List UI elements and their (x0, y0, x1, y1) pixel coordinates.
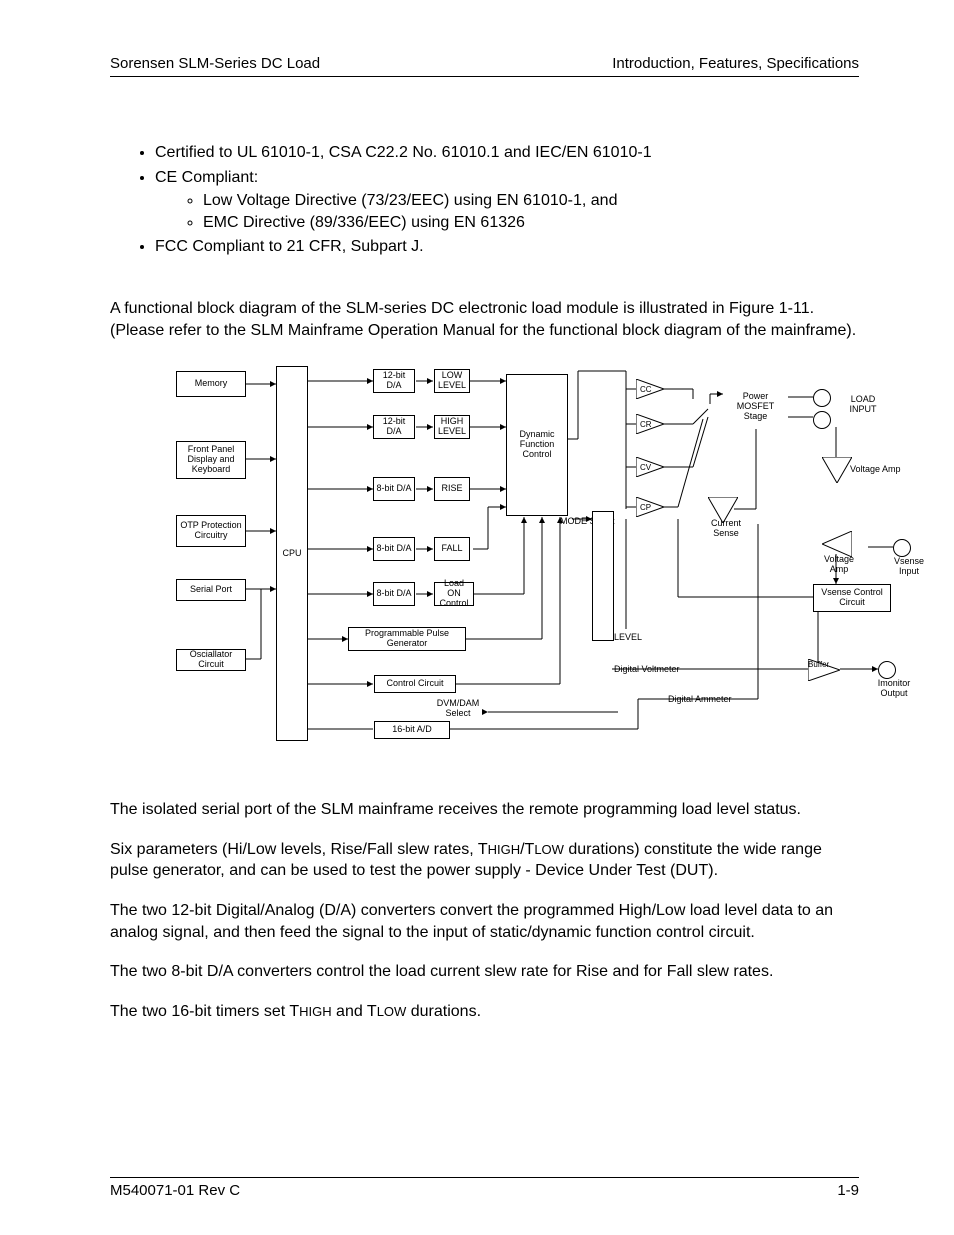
comparator-cv-icon: CV (636, 457, 666, 477)
label-digital-voltmeter: Digital Voltmeter (614, 665, 680, 675)
block-serial: Serial Port (176, 579, 246, 601)
label-digital-ammeter: Digital Ammeter (668, 695, 732, 705)
block-rise: RISE (434, 477, 470, 501)
header-right: Introduction, Features, Specifications (612, 55, 859, 72)
svg-text:CV: CV (640, 463, 652, 472)
label-voltage-amp2: Voltage Amp (818, 555, 860, 575)
label-voltage-amp: Voltage Amp (850, 465, 901, 475)
voltage-amp-icon (822, 457, 852, 483)
block-oscillator: Osciallator Circuit (176, 649, 246, 671)
block-dynamic-function: Dynamic Function Control (506, 374, 568, 516)
list-item: FCC Compliant to 21 CFR, Subpart J. (155, 236, 859, 258)
compliance-list: Certified to UL 61010-1, CSA C22.2 No. 6… (155, 142, 859, 258)
block-16bit-ad: 16-bit A/D (374, 721, 450, 739)
comparator-cc-icon: CC (636, 379, 666, 399)
block-cpu: CPU (276, 366, 308, 741)
block-mode-select (592, 511, 614, 641)
comparator-cr-icon: CR (636, 414, 666, 434)
paragraph: The two 12-bit Digital/Analog (D/A) conv… (110, 900, 859, 943)
block-front-panel: Front Panel Display and Keyboard (176, 441, 246, 479)
label-imonitor: Imonitor Output (870, 679, 918, 699)
page-header: Sorensen SLM-Series DC Load Introduction… (110, 55, 859, 77)
paragraph: The isolated serial port of the SLM main… (110, 799, 859, 821)
block-da12-low: 12-bit D/A (373, 369, 415, 393)
page-footer: M540071-01 Rev C 1-9 (110, 1177, 859, 1199)
block-otp: OTP Protection Circuitry (176, 515, 246, 547)
block-fall: FALL (434, 537, 470, 561)
list-item: Certified to UL 61010-1, CSA C22.2 No. 6… (155, 142, 859, 164)
paragraph: The two 16-bit timers set THIGH and TLOW… (110, 1001, 859, 1023)
block-high-level: HIGH LEVEL (434, 415, 470, 439)
block-control-circuit: Control Circuit (374, 675, 456, 693)
footer-left: M540071-01 Rev C (110, 1182, 240, 1199)
list-item: EMC Directive (89/336/EEC) using EN 6132… (203, 212, 859, 234)
label-level: LEVEL (614, 633, 642, 643)
svg-text:CC: CC (640, 385, 652, 394)
label-load-input: LOAD INPUT (838, 395, 888, 415)
footer-right: 1-9 (837, 1182, 859, 1199)
list-item: CE Compliant: Low Voltage Directive (73/… (155, 167, 859, 234)
block-ppg: Programmable Pulse Generator (348, 627, 466, 651)
block-load-on: Load ON Control (434, 582, 474, 606)
block-da8-rise: 8-bit D/A (373, 477, 415, 501)
block-low-level: LOW LEVEL (434, 369, 470, 393)
block-diagram: Memory Front Panel Display and Keyboard … (148, 359, 918, 759)
block-vsense-control: Vsense Control Circuit (813, 584, 891, 612)
intro-paragraph: A functional block diagram of the SLM-se… (110, 298, 859, 341)
label-dvm-dam-select: DVM/DAM Select (428, 699, 488, 719)
block-memory: Memory (176, 371, 246, 397)
paragraph: Six parameters (Hi/Low levels, Rise/Fall… (110, 839, 859, 882)
comparator-cp-icon: CP (636, 497, 666, 517)
header-left: Sorensen SLM-Series DC Load (110, 55, 320, 72)
block-da8-loadon: 8-bit D/A (373, 582, 415, 606)
paragraph: The two 8-bit D/A converters control the… (110, 961, 859, 983)
svg-text:CR: CR (640, 420, 652, 429)
block-mosfet: Power MOSFET Stage (723, 384, 788, 429)
list-item: Low Voltage Directive (73/23/EEC) using … (203, 190, 859, 212)
block-da12-high: 12-bit D/A (373, 415, 415, 439)
label-buffer: Buffer (808, 661, 829, 670)
list-item-text: CE Compliant: (155, 169, 258, 186)
label-current-sense: Current Sense (704, 519, 748, 539)
svg-text:CP: CP (640, 503, 651, 512)
label-vsense-input: Vsense Input (888, 557, 930, 577)
block-da8-fall: 8-bit D/A (373, 537, 415, 561)
